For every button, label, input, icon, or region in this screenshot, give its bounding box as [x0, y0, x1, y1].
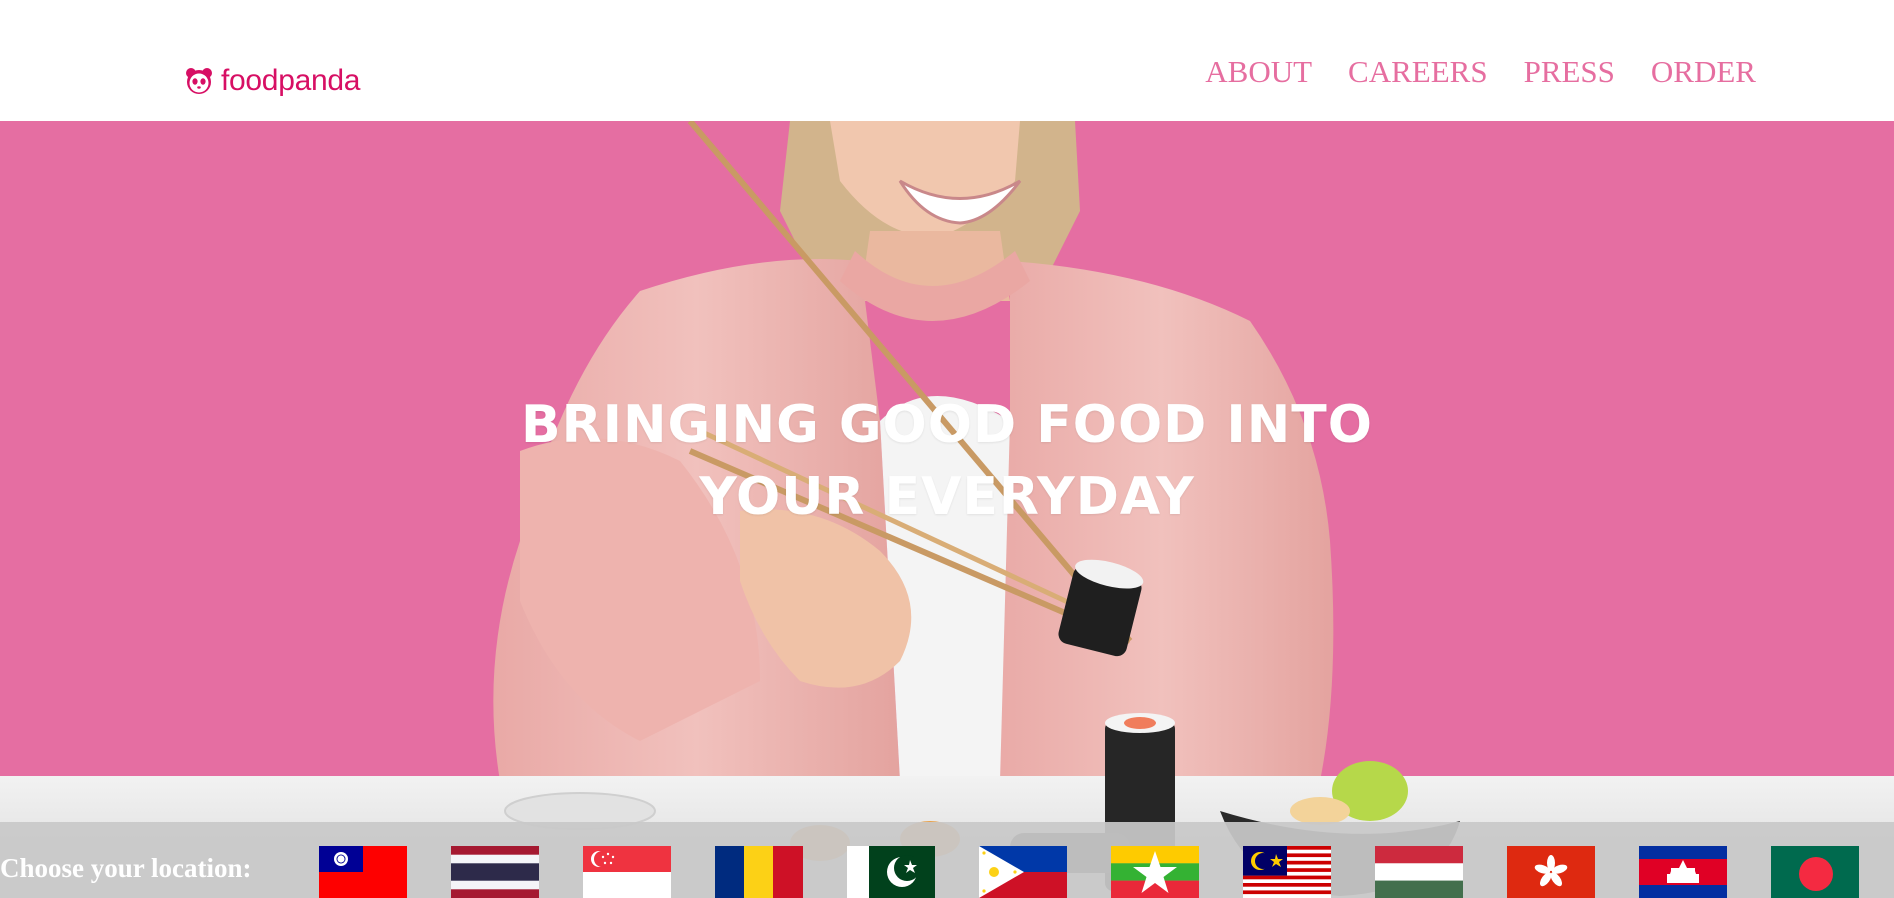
flag-thailand-icon[interactable]	[451, 846, 539, 898]
hero-headline: BRINGING GOOD FOOD INTO YOUR EVERYDAY	[0, 389, 1894, 533]
hero-headline-line1: BRINGING GOOD FOOD INTO	[521, 395, 1373, 455]
nav-order-link[interactable]: ORDER	[1651, 50, 1756, 94]
location-bar: Choose your location:	[0, 822, 1894, 898]
flag-romania-icon[interactable]	[715, 846, 803, 898]
nav-press-link[interactable]: PRESS	[1524, 50, 1615, 94]
flag-cambodia-icon[interactable]	[1639, 846, 1727, 898]
flag-bangladesh-icon[interactable]	[1771, 846, 1859, 898]
flag-hong-kong-icon[interactable]	[1507, 846, 1595, 898]
flag-myanmar-icon[interactable]	[1111, 846, 1199, 898]
flag-pakistan-icon[interactable]	[847, 846, 935, 898]
hero-banner: BRINGING GOOD FOOD INTO YOUR EVERYDAY	[0, 121, 1894, 898]
brand-logo[interactable]: foodpanda	[184, 63, 360, 99]
nav-about-link[interactable]: ABOUT	[1205, 50, 1312, 94]
main-nav: ABOUT CAREERS PRESS ORDER	[1205, 50, 1756, 94]
nav-careers-link[interactable]: CAREERS	[1348, 50, 1488, 94]
flag-taiwan-icon[interactable]	[319, 846, 407, 898]
panda-icon	[186, 68, 212, 94]
flag-singapore-icon[interactable]	[583, 846, 671, 898]
flag-malaysia-icon[interactable]	[1243, 846, 1331, 898]
flag-philippines-icon[interactable]	[979, 846, 1067, 898]
location-label: Choose your location:	[0, 853, 252, 883]
flag-hungary-icon[interactable]	[1375, 846, 1463, 898]
site-header: foodpanda ABOUT CAREERS PRESS ORDER	[0, 0, 1894, 121]
hero-headline-line2: YOUR EVERYDAY	[699, 467, 1195, 527]
brand-name: foodpanda	[221, 64, 361, 97]
